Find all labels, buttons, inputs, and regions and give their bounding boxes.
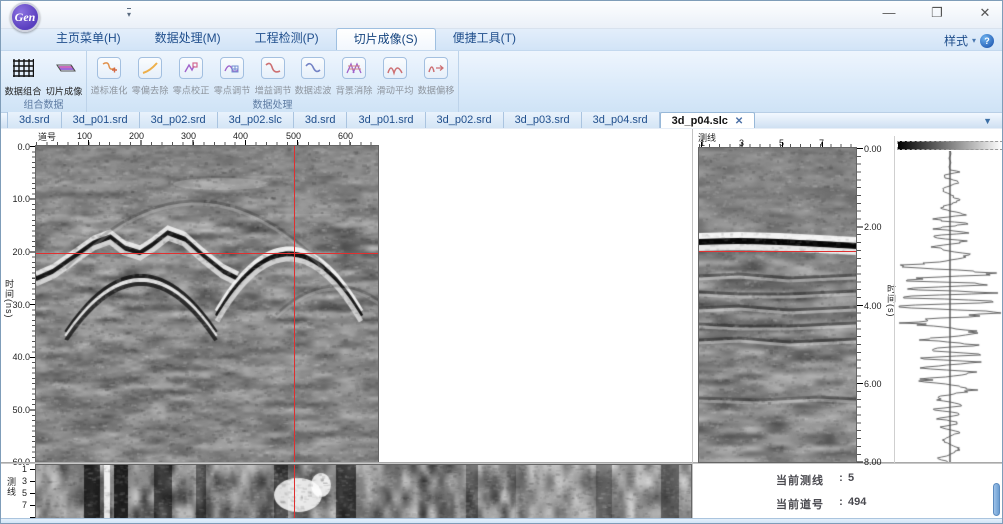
doc-tab[interactable]: 3d_p01.srd [347,112,426,128]
maximize-button[interactable]: ❐ [926,5,948,21]
line-y-tick: 0.00 [864,144,882,154]
doc-tab[interactable]: 3d_p02.srd [425,112,504,128]
info-row-current-line: 当前测线 : 5 [776,472,855,487]
slice-y-tick: 3 [21,476,27,486]
vertical-splitter[interactable] [692,129,693,518]
data-shift-icon [423,57,448,79]
zero-point-correct-icon [178,57,203,79]
slice-y-tick: 1 [21,464,27,474]
doc-tab[interactable]: 3d_p04.srd [581,112,660,128]
doc-tab-active[interactable]: 3d_p04.slc ✕ [659,112,756,128]
current-trace-value: 494 [848,496,867,508]
style-menu-button[interactable]: 样式 [944,32,968,49]
close-button[interactable]: ✕ [974,5,996,21]
main-y-tick: 40.0 [12,352,30,362]
help-icon[interactable]: ? [980,33,994,48]
main-y-tick: 20.0 [12,247,30,257]
current-line-value: 5 [848,472,855,484]
grid-icon [10,56,36,80]
tab-overflow-arrow-icon[interactable]: ▼ [983,116,992,126]
moving-average-icon [382,57,407,79]
line-y-tick: 4.00 [864,301,882,311]
background-remove-button[interactable]: 背景消除 [334,54,375,98]
app-logo-icon[interactable]: Gen [10,2,40,32]
background-remove-icon [342,57,367,79]
gain-adjust-icon [260,57,285,79]
slice-map-canvas[interactable] [36,465,691,518]
main-y-tick: 0.0 [17,142,30,152]
line-y-tick: 8.00 [864,457,882,467]
data-combine-button[interactable]: 数据组合 [3,54,44,98]
trace-normalize-button[interactable]: 道标准化 [89,54,130,98]
main-y-tick: 10.0 [12,194,30,204]
line-y-tick: 2.00 [864,222,882,232]
grayscale-colorbar [897,141,1002,150]
main-y-tick: 50.0 [12,405,30,415]
main-y-axis-title: 时间(ns) [4,279,14,319]
zero-point-adjust-button[interactable]: 零点调节 [211,54,252,98]
slice-y-tick: 7 [21,500,27,510]
data-filter-button[interactable]: 数据滤波 [293,54,334,98]
data-shift-button[interactable]: 数据偏移 [415,54,456,98]
trace-normalize-icon [97,57,122,79]
line-y-tick: 6.00 [864,379,882,389]
wave-panel-divider [894,136,895,463]
gain-adjust-button[interactable]: 增益调节 [252,54,293,98]
slice-3d-box-icon [51,56,77,80]
quick-access-arrow-icon[interactable]: ▾ [127,8,132,19]
ribbon-toolbar: 数据组合 切片成像 组合数据 道标准化 零偏去除 零点校正 零点调节 增益调节 … [1,51,1002,113]
group-label-processing: 数据处理 [252,100,293,111]
workspace: 道号 100 200 300 400 500 600 0.0 10.0 20.0… [1,129,1002,523]
doc-tab[interactable]: 3d_p02.slc [217,112,294,128]
doc-tab[interactable]: 3d_p02.srd [139,112,218,128]
doc-tab[interactable]: 3d_p03.srd [503,112,582,128]
zero-offset-remove-icon [138,57,163,79]
ribbon-group-processing: 道标准化 零偏去除 零点校正 零点调节 增益调节 数据滤波 背景消除 滑动平均 … [87,51,459,112]
menu-tab-engineering-detect[interactable]: 工程检测(P) [238,28,336,50]
trace-waveform-canvas[interactable] [897,151,1002,462]
tab-close-icon[interactable]: ✕ [735,116,743,127]
data-filter-icon [301,57,326,79]
zero-offset-remove-button[interactable]: 零偏去除 [130,54,171,98]
document-tab-bar: 3d.srd 3d_p01.srd 3d_p02.srd 3d_p02.slc … [1,112,1002,129]
doc-tab[interactable]: 3d_p01.srd [61,112,140,128]
title-bar: Gen ▾ — ❐ ✕ [1,1,1002,32]
moving-average-button[interactable]: 滑动平均 [374,54,415,98]
group-label-combine: 组合数据 [23,100,64,111]
horizontal-splitter[interactable] [1,462,1002,464]
info-row-current-trace: 当前道号 : 494 [776,496,867,511]
status-info-panel: 当前测线 : 5 当前道号 : 494 采样点数 : 160 [776,472,867,523]
application-window: Gen ▾ — ❐ ✕ 主页菜单(H) 数据处理(M) 工程检测(P) 切片成像… [0,0,1003,524]
ribbon-group-combine: 数据组合 切片成像 组合数据 [1,51,87,112]
line-radargram-canvas[interactable] [699,148,856,462]
minimize-button[interactable]: — [878,5,900,21]
doc-tab[interactable]: 3d.srd [293,112,348,128]
main-radargram-canvas[interactable] [36,146,378,462]
status-bar [1,518,1002,523]
ribbon-tab-bar: 主页菜单(H) 数据处理(M) 工程检测(P) 切片成像(S) 便捷工具(T) … [1,28,1002,51]
slice-imaging-button[interactable]: 切片成像 [44,54,85,98]
menu-tab-slice-imaging[interactable]: 切片成像(S) [335,28,436,50]
vertical-scrollbar-thumb[interactable] [993,483,1000,516]
menu-tab-home[interactable]: 主页菜单(H) [39,28,138,50]
menu-tab-data-processing[interactable]: 数据处理(M) [138,28,238,50]
doc-tab[interactable]: 3d.srd [7,112,62,128]
slice-y-tick: 5 [21,488,27,498]
zero-point-adjust-icon [219,57,244,79]
style-dropdown-arrow-icon[interactable]: ▾ [972,36,976,45]
menu-tab-tools[interactable]: 便捷工具(T) [436,28,533,50]
zero-point-correct-button[interactable]: 零点校正 [171,54,212,98]
